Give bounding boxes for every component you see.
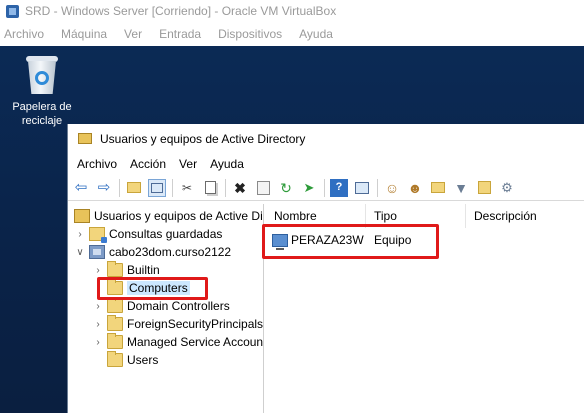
console-tree: Usuarios y equipos de Active Directory ›… — [68, 204, 264, 413]
new-group-icon[interactable]: ☻ — [406, 179, 424, 197]
add-to-group-icon[interactable]: ⚙ — [498, 179, 516, 197]
recycle-bin-label-line2: reciclaje — [21, 115, 63, 127]
virtualbox-menubar: Archivo Máquina Ver Entrada Dispositivos… — [0, 22, 584, 46]
ad-console-icon — [78, 133, 92, 144]
collapse-arrow-icon[interactable]: ∨ — [74, 247, 86, 258]
refresh-icon[interactable]: ↻ — [277, 179, 295, 197]
view-icon[interactable] — [353, 179, 371, 197]
vbox-menu-ayuda[interactable]: Ayuda — [299, 27, 333, 41]
folder-icon — [107, 261, 123, 277]
ad-window-title: Usuarios y equipos de Active Directory — [100, 131, 306, 146]
virtualbox-titlebar: SRD - Windows Server [Corriendo] - Oracl… — [0, 0, 584, 22]
vbox-menu-entrada[interactable]: Entrada — [159, 27, 201, 41]
copy-icon[interactable] — [201, 179, 219, 197]
recycle-bin-label-line1: Papelera de — [12, 101, 72, 113]
saved-queries-icon — [89, 227, 107, 243]
virtualbox-window-title: SRD - Windows Server [Corriendo] - Oracl… — [25, 4, 337, 18]
annotation-box-computers — [97, 277, 208, 300]
tree-item-users-label: Users — [127, 353, 159, 367]
folder-icon — [107, 297, 123, 313]
forward-icon[interactable]: ⇨ — [95, 179, 113, 197]
domain-icon — [89, 245, 105, 259]
column-header-descripcion[interactable]: Descripción — [466, 204, 584, 228]
ad-menubar: Archivo Acción Ver Ayuda — [68, 153, 584, 175]
tree-item-managed-service-accounts[interactable]: › Managed Service Accounts — [92, 333, 264, 351]
ad-toolbar: ⇦ ⇨ ✂ ✖ ↻ ➤ ? ☺ ☻ ▼ ⚙ — [68, 175, 584, 201]
new-user-icon[interactable]: ☺ — [383, 179, 401, 197]
tree-item-foreign-security-principals-label: ForeignSecurityPrincipals — [127, 317, 264, 331]
recycle-bin-icon — [24, 54, 60, 96]
tree-item-root-label: Usuarios y equipos de Active Directory — [94, 209, 263, 223]
ad-menu-accion[interactable]: Acción — [130, 157, 166, 171]
vbox-menu-archivo[interactable]: Archivo — [4, 27, 44, 41]
tree-item-domain[interactable]: ∨ cabo23dom.curso2122 — [74, 243, 231, 261]
annotation-box-computer-entry — [262, 224, 439, 259]
ad-menu-ver[interactable]: Ver — [179, 157, 197, 171]
properties-icon[interactable] — [254, 179, 272, 197]
export-list-icon[interactable]: ➤ — [300, 179, 318, 197]
help-icon[interactable]: ? — [330, 178, 348, 197]
vbox-menu-dispositivos[interactable]: Dispositivos — [218, 27, 282, 41]
filter-icon[interactable]: ▼ — [452, 179, 470, 197]
tree-item-users[interactable]: Users — [92, 351, 158, 369]
tree-item-domain-label: cabo23dom.curso2122 — [109, 245, 232, 259]
ad-window-titlebar: Usuarios y equipos de Active Directory — [68, 124, 584, 153]
delete-icon[interactable]: ✖ — [231, 179, 249, 197]
expand-arrow-icon[interactable]: › — [74, 229, 86, 240]
tree-item-builtin-label: Builtin — [127, 263, 160, 277]
new-ou-icon[interactable] — [429, 179, 447, 197]
tree-item-managed-service-accounts-label: Managed Service Accounts — [127, 335, 264, 349]
tree-item-saved-queries[interactable]: › Consultas guardadas — [74, 225, 222, 243]
recycle-bin-shortcut[interactable]: Papelera de reciclaje — [8, 54, 76, 128]
ad-menu-ayuda[interactable]: Ayuda — [210, 157, 244, 171]
expand-arrow-icon[interactable]: › — [92, 265, 104, 276]
expand-arrow-icon[interactable]: › — [92, 301, 104, 312]
ad-users-computers-window: Usuarios y equipos de Active Directory A… — [67, 124, 584, 413]
tree-item-saved-queries-label: Consultas guardadas — [109, 227, 223, 241]
up-folder-icon[interactable] — [125, 179, 143, 197]
console-tree-icon[interactable] — [148, 178, 166, 197]
tree-item-root[interactable]: Usuarios y equipos de Active Directory — [74, 207, 263, 225]
expand-arrow-icon[interactable]: › — [92, 319, 104, 330]
tree-item-domain-controllers-label: Domain Controllers — [127, 299, 230, 313]
folder-icon — [107, 315, 123, 331]
ad-menu-archivo[interactable]: Archivo — [77, 157, 117, 171]
folder-icon — [107, 333, 123, 349]
vbox-menu-maquina[interactable]: Máquina — [61, 27, 107, 41]
folder-icon — [107, 351, 123, 367]
back-icon[interactable]: ⇦ — [72, 179, 90, 197]
cut-icon[interactable]: ✂ — [178, 179, 196, 197]
vbox-menu-ver[interactable]: Ver — [124, 27, 142, 41]
expand-arrow-icon[interactable]: › — [92, 337, 104, 348]
find-icon[interactable] — [475, 179, 493, 197]
virtualbox-icon — [6, 4, 19, 18]
tree-item-foreign-security-principals[interactable]: › ForeignSecurityPrincipals — [92, 315, 263, 333]
aduc-icon — [74, 209, 90, 223]
